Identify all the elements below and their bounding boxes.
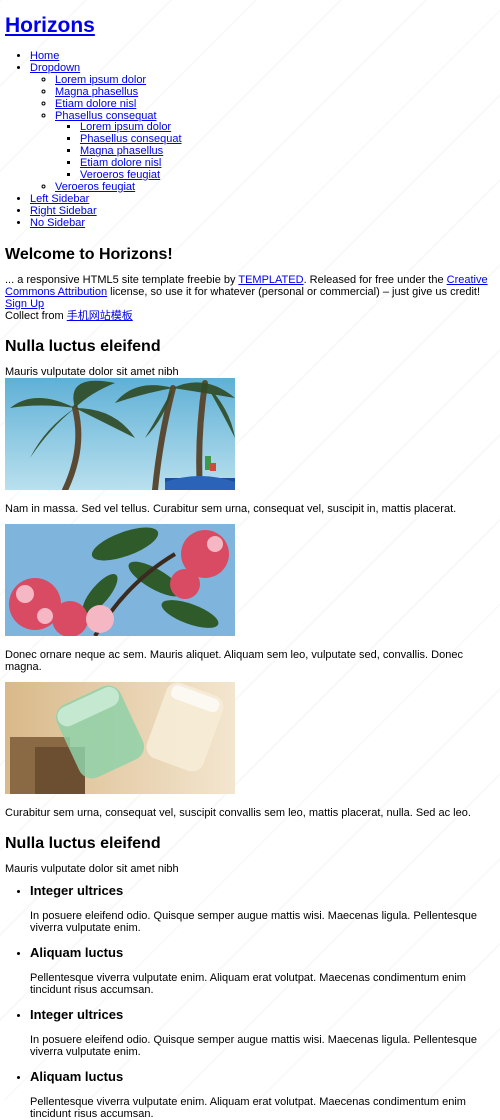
sub-link-magna[interactable]: Magna phasellus	[80, 145, 163, 157]
collect-prefix: Collect from	[5, 309, 67, 322]
dropdown-link-etiam[interactable]: Etiam dolore nisl	[55, 98, 136, 110]
feature-text: In posuere eleifend odio. Quisque semper…	[30, 909, 477, 934]
feature-item: Integer ultrices In posuere eleifend odi…	[30, 1007, 495, 1058]
nav-item-right-sidebar: Right Sidebar	[30, 205, 495, 218]
dropdown-link-magna[interactable]: Magna phasellus	[55, 86, 138, 98]
dropdown-item: Veroeros feugiat	[55, 181, 495, 194]
feature-title: Integer ultrices	[30, 882, 124, 898]
collect-link[interactable]: 手机网站模板	[67, 310, 133, 322]
sub-link-etiam[interactable]: Etiam dolore nisl	[80, 157, 161, 169]
dropdown-list: Lorem ipsum dolor Magna phasellus Etiam …	[30, 74, 495, 194]
nav-right-sidebar-link[interactable]: Right Sidebar	[30, 205, 97, 217]
pink-flowers-image	[5, 523, 235, 636]
feature-text: Pellentesque viverra vulputate enim. Ali…	[30, 971, 466, 996]
intro-text: . Released for free under the	[303, 273, 447, 286]
page-wrapper: Horizons Home Dropdown Lorem ipsum dolor…	[5, 0, 495, 1120]
nav-item-dropdown: Dropdown Lorem ipsum dolor Magna phasell…	[30, 62, 495, 194]
nav-dropdown-link[interactable]: Dropdown	[30, 62, 80, 74]
nav-item-home: Home	[30, 50, 495, 63]
dropdown-link-phasellus[interactable]: Phasellus consequat	[55, 110, 157, 122]
image-caption: Curabitur sem urna, consequat vel, susci…	[5, 806, 471, 819]
sub-link-phasellus[interactable]: Phasellus consequat	[80, 133, 182, 145]
dropdown-link-veroeros[interactable]: Veroeros feugiat	[55, 181, 135, 193]
palm-trees-image	[5, 377, 235, 490]
section2-subtitle: Mauris vulputate dolor sit amet nibh	[5, 862, 179, 875]
site-logo: Horizons	[5, 14, 495, 38]
welcome-intro: ... a responsive HTML5 site template fre…	[5, 274, 495, 322]
nav-list: Home Dropdown Lorem ipsum dolor Magna ph…	[5, 50, 495, 230]
feature-item: Aliquam luctus Pellentesque viverra vulp…	[30, 945, 495, 996]
feature-item: Integer ultrices In posuere eleifend odi…	[30, 883, 495, 934]
sign-up-link[interactable]: Sign Up	[5, 298, 44, 310]
feature-title: Aliquam luctus	[30, 1068, 124, 1084]
sub-link-lorem[interactable]: Lorem ipsum dolor	[80, 121, 171, 133]
feature-text: Pellentesque viverra vulputate enim. Ali…	[30, 1095, 466, 1120]
feature-title: Integer ultrices	[30, 1006, 124, 1022]
nav-item-left-sidebar: Left Sidebar	[30, 193, 495, 206]
dropdown-item: Phasellus consequat Lorem ipsum dolor Ph…	[55, 110, 495, 182]
welcome-heading: Welcome to Horizons!	[5, 245, 173, 263]
section1-heading: Nulla luctus eleifend	[5, 337, 161, 355]
image-caption: Donec ornare neque ac sem. Mauris alique…	[5, 648, 463, 673]
feature-item: Aliquam luctus Pellentesque viverra vulp…	[30, 1069, 495, 1120]
logo-link[interactable]: Horizons	[5, 14, 95, 37]
intro-text: license, so use it for whatever (persona…	[107, 285, 481, 298]
feature-title: Aliquam luctus	[30, 944, 124, 960]
nav-item-no-sidebar: No Sidebar	[30, 217, 495, 230]
sub-dropdown-list: Lorem ipsum dolor Phasellus consequat Ma…	[55, 121, 495, 182]
sub-dropdown-item: Veroeros feugiat	[80, 169, 495, 182]
dropdown-link-lorem[interactable]: Lorem ipsum dolor	[55, 74, 146, 86]
nav-no-sidebar-link[interactable]: No Sidebar	[30, 217, 85, 229]
intro-text: ... a responsive HTML5 site template fre…	[5, 273, 239, 286]
templated-link[interactable]: TEMPLATED	[238, 274, 303, 286]
main-nav: Home Dropdown Lorem ipsum dolor Magna ph…	[5, 50, 495, 230]
section1-subtitle: Mauris vulputate dolor sit amet nibh	[5, 365, 179, 378]
image-caption: Nam in massa. Sed vel tellus. Curabitur …	[5, 502, 457, 515]
sub-link-veroeros[interactable]: Veroeros feugiat	[80, 169, 160, 181]
section2-heading: Nulla luctus eleifend	[5, 834, 161, 852]
feature-list: Integer ultrices In posuere eleifend odi…	[5, 883, 495, 1120]
nav-left-sidebar-link[interactable]: Left Sidebar	[30, 193, 89, 205]
glass-jars-image	[5, 681, 235, 794]
feature-text: In posuere eleifend odio. Quisque semper…	[30, 1033, 477, 1058]
nav-home-link[interactable]: Home	[30, 50, 59, 62]
